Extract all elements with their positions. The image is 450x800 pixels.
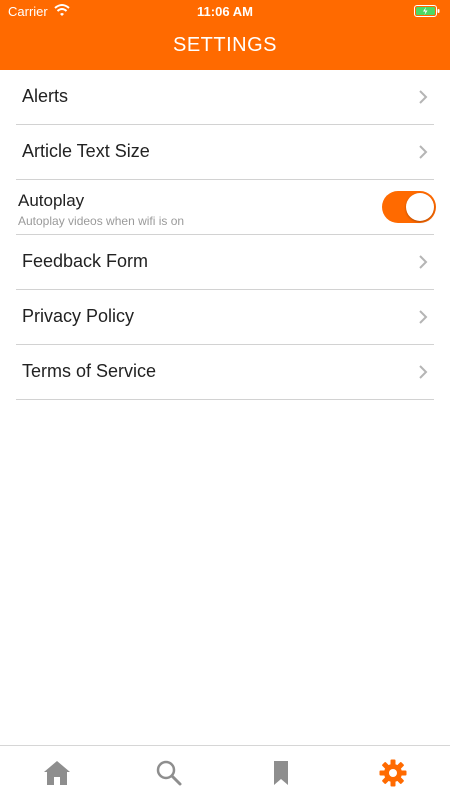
chevron-right-icon [418, 144, 428, 165]
toggle-knob [406, 193, 434, 221]
settings-item-label: Article Text Size [22, 141, 150, 161]
settings-list: Alerts Article Text Size Autoplay Autopl… [16, 70, 436, 400]
tab-saved[interactable] [266, 758, 296, 788]
settings-item-article-text-size[interactable]: Article Text Size [16, 125, 434, 180]
gear-icon [378, 758, 408, 788]
settings-item-alerts[interactable]: Alerts [16, 70, 434, 125]
chevron-right-icon [418, 309, 428, 330]
chevron-right-icon [418, 89, 428, 110]
settings-item-autoplay: Autoplay Autoplay videos when wifi is on [16, 180, 436, 235]
app-header: Carrier 11:06 AM SETTINGS [0, 0, 450, 70]
chevron-right-icon [418, 254, 428, 275]
status-bar: Carrier 11:06 AM [0, 0, 450, 22]
tab-search[interactable] [154, 758, 184, 788]
tab-bar [0, 745, 450, 800]
settings-item-label: Terms of Service [22, 361, 157, 381]
chevron-right-icon [418, 364, 428, 385]
settings-item-terms-of-service[interactable]: Terms of Service [16, 345, 434, 400]
home-icon [42, 758, 72, 788]
search-icon [154, 758, 184, 788]
page-title: SETTINGS [172, 34, 277, 56]
settings-item-feedback-form[interactable]: Feedback Form [16, 235, 434, 290]
settings-item-privacy-policy[interactable]: Privacy Policy [16, 290, 434, 345]
tab-settings[interactable] [378, 758, 408, 788]
settings-item-subtitle: Autoplay videos when wifi is on [18, 214, 185, 228]
tab-home[interactable] [42, 758, 72, 788]
status-time: 11:06 AM [197, 4, 253, 19]
battery-charging-icon [414, 5, 440, 20]
settings-item-label: Feedback Form [22, 251, 149, 271]
autoplay-toggle[interactable] [382, 191, 436, 223]
settings-item-label: Autoplay [18, 191, 85, 210]
settings-item-label: Privacy Policy [22, 306, 135, 326]
settings-item-label: Alerts [22, 86, 69, 106]
bookmark-icon [266, 758, 296, 788]
